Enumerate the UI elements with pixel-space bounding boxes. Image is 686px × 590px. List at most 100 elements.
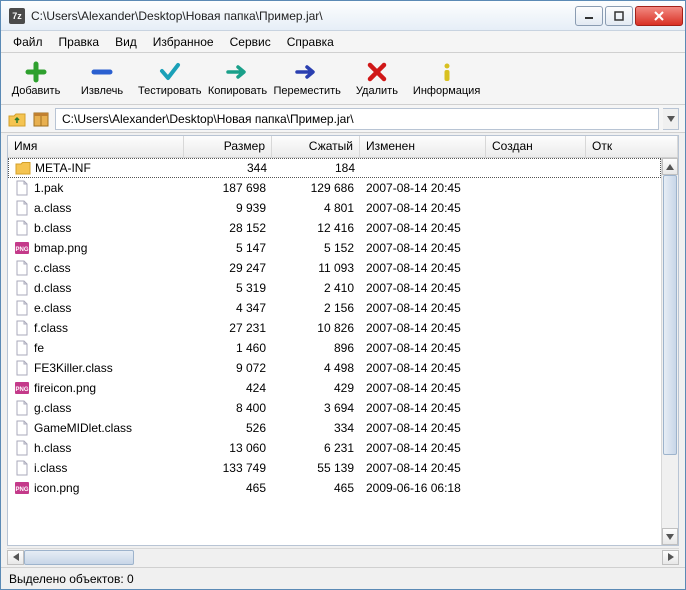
file-size: 1 460: [184, 341, 272, 355]
file-size: 187 698: [184, 181, 272, 195]
info-button[interactable]: Информация: [412, 55, 481, 103]
table-row[interactable]: PNGbmap.png5 1475 1522007-08-14 20:45: [8, 238, 661, 258]
col-modified[interactable]: Изменен: [360, 136, 486, 157]
file-size: 465: [184, 481, 272, 495]
file-modified: 2007-08-14 20:45: [360, 241, 486, 255]
scroll-up-button[interactable]: [662, 158, 678, 175]
table-row[interactable]: e.class4 3472 1562007-08-14 20:45: [8, 298, 661, 318]
col-size[interactable]: Размер: [184, 136, 272, 157]
svg-text:PNG: PNG: [15, 487, 28, 493]
table-row[interactable]: h.class13 0606 2312007-08-14 20:45: [8, 438, 661, 458]
minimize-button[interactable]: [575, 6, 603, 26]
file-name: h.class: [34, 441, 71, 455]
menu-file[interactable]: Файл: [5, 33, 51, 51]
extract-button[interactable]: Извлечь: [71, 55, 133, 103]
up-folder-icon[interactable]: [7, 109, 27, 129]
info-icon: [435, 60, 459, 84]
file-packed: 10 826: [272, 321, 360, 335]
table-row[interactable]: fe1 4608962007-08-14 20:45: [8, 338, 661, 358]
file-size: 9 939: [184, 201, 272, 215]
table-row[interactable]: FE3Killer.class9 0724 4982007-08-14 20:4…: [8, 358, 661, 378]
table-row[interactable]: META-INF344184: [8, 158, 661, 178]
column-headers: Имя Размер Сжатый Изменен Создан Отк: [8, 136, 678, 158]
file-packed: 2 156: [272, 301, 360, 315]
file-modified: 2007-08-14 20:45: [360, 381, 486, 395]
address-dropdown[interactable]: [663, 108, 679, 130]
status-text: Выделено объектов: 0: [9, 572, 134, 586]
table-row[interactable]: d.class5 3192 4102007-08-14 20:45: [8, 278, 661, 298]
scroll-down-button[interactable]: [662, 528, 678, 545]
table-row[interactable]: c.class29 24711 0932007-08-14 20:45: [8, 258, 661, 278]
menu-help[interactable]: Справка: [279, 33, 342, 51]
file-size: 28 152: [184, 221, 272, 235]
hscroll-thumb[interactable]: [24, 550, 134, 565]
table-row[interactable]: i.class133 74955 1392007-08-14 20:45: [8, 458, 661, 478]
menu-edit[interactable]: Правка: [51, 33, 108, 51]
horizontal-scrollbar[interactable]: [7, 548, 679, 565]
close-button[interactable]: [635, 6, 683, 26]
file-modified: 2007-08-14 20:45: [360, 201, 486, 215]
file-modified: 2007-08-14 20:45: [360, 181, 486, 195]
file-name: d.class: [34, 281, 71, 295]
table-row[interactable]: a.class9 9394 8012007-08-14 20:45: [8, 198, 661, 218]
file-modified: 2007-08-14 20:45: [360, 341, 486, 355]
file-modified: 2009-06-16 06:18: [360, 481, 486, 495]
add-button[interactable]: Добавить: [5, 55, 67, 103]
add-label: Добавить: [12, 85, 61, 97]
window-title: C:\Users\Alexander\Desktop\Новая папка\П…: [31, 9, 573, 23]
move-button[interactable]: Переместить: [273, 55, 342, 103]
table-row[interactable]: GameMIDlet.class5263342007-08-14 20:45: [8, 418, 661, 438]
file-modified: 2007-08-14 20:45: [360, 401, 486, 415]
menu-tools[interactable]: Сервис: [222, 33, 279, 51]
file-name: fireicon.png: [34, 381, 96, 395]
menu-favorites[interactable]: Избранное: [145, 33, 222, 51]
file-packed: 334: [272, 421, 360, 435]
table-row[interactable]: 1.pak187 698129 6862007-08-14 20:45: [8, 178, 661, 198]
svg-text:PNG: PNG: [15, 247, 28, 253]
file-packed: 6 231: [272, 441, 360, 455]
table-row[interactable]: PNGfireicon.png4244292007-08-14 20:45: [8, 378, 661, 398]
file-size: 424: [184, 381, 272, 395]
col-name[interactable]: Имя: [8, 136, 184, 157]
file-size: 27 231: [184, 321, 272, 335]
table-row[interactable]: b.class28 15212 4162007-08-14 20:45: [8, 218, 661, 238]
file-modified: 2007-08-14 20:45: [360, 461, 486, 475]
table-row[interactable]: PNGicon.png4654652009-06-16 06:18: [8, 478, 661, 498]
address-input[interactable]: C:\Users\Alexander\Desktop\Новая папка\П…: [55, 108, 659, 130]
folder-icon: [15, 160, 31, 176]
test-button[interactable]: Тестировать: [137, 55, 203, 103]
file-name: FE3Killer.class: [34, 361, 113, 375]
file-list[interactable]: META-INF3441841.pak187 698129 6862007-08…: [8, 158, 661, 545]
vertical-scrollbar[interactable]: [661, 158, 678, 545]
file-icon: [14, 280, 30, 296]
file-packed: 465: [272, 481, 360, 495]
scroll-left-button[interactable]: [7, 550, 24, 565]
file-icon: [14, 360, 30, 376]
file-name: i.class: [34, 461, 67, 475]
titlebar[interactable]: 7z C:\Users\Alexander\Desktop\Новая папк…: [1, 1, 685, 31]
table-row[interactable]: g.class8 4003 6942007-08-14 20:45: [8, 398, 661, 418]
col-created[interactable]: Создан: [486, 136, 586, 157]
delete-button[interactable]: Удалить: [346, 55, 408, 103]
file-size: 13 060: [184, 441, 272, 455]
file-packed: 4 498: [272, 361, 360, 375]
col-extra[interactable]: Отк: [586, 136, 678, 157]
file-icon: [14, 460, 30, 476]
scroll-thumb[interactable]: [663, 175, 677, 455]
file-name: c.class: [34, 261, 71, 275]
file-size: 9 072: [184, 361, 272, 375]
archive-icon: [31, 109, 51, 129]
test-label: Тестировать: [138, 85, 202, 97]
file-icon: [14, 220, 30, 236]
file-name: META-INF: [35, 161, 91, 175]
move-arrow-icon: [295, 60, 319, 84]
menu-view[interactable]: Вид: [107, 33, 145, 51]
maximize-button[interactable]: [605, 6, 633, 26]
table-row[interactable]: f.class27 23110 8262007-08-14 20:45: [8, 318, 661, 338]
copy-button[interactable]: Копировать: [207, 55, 269, 103]
file-packed: 184: [273, 161, 361, 175]
col-packed[interactable]: Сжатый: [272, 136, 360, 157]
file-modified: 2007-08-14 20:45: [360, 321, 486, 335]
scroll-right-button[interactable]: [662, 550, 679, 565]
png-icon: PNG: [14, 480, 30, 496]
